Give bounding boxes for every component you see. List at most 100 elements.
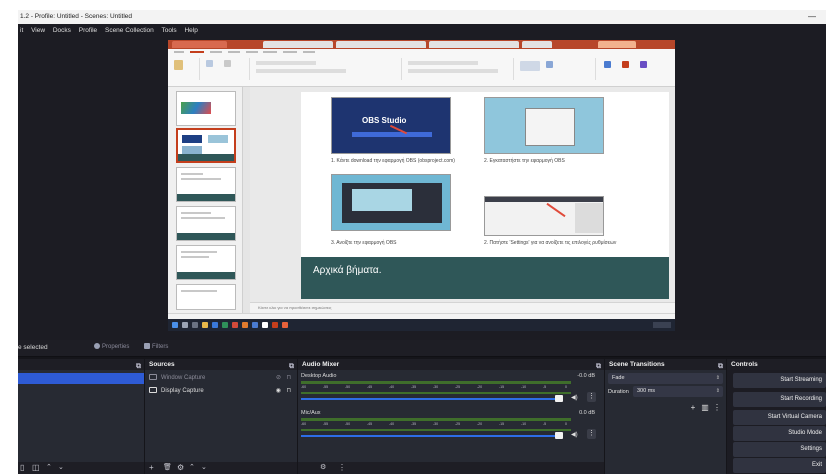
- menu-icon[interactable]: ⋮: [338, 464, 346, 472]
- studio-mode-button[interactable]: Studio Mode: [733, 426, 826, 441]
- trash-icon[interactable]: ▥: [700, 403, 710, 413]
- app-icon: [232, 322, 238, 328]
- browser-tab-strip: [168, 40, 675, 49]
- exit-button[interactable]: Exit: [733, 458, 826, 473]
- menu-docks[interactable]: Docks: [53, 27, 71, 34]
- new-slide-icon: [206, 60, 213, 67]
- properties-button[interactable]: Properties: [94, 343, 129, 350]
- monitor-icon: [149, 387, 157, 393]
- add-icon[interactable]: +: [688, 403, 698, 413]
- start-streaming-button[interactable]: Start Streaming: [733, 373, 826, 388]
- tab: [172, 41, 227, 48]
- lock-icon[interactable]: ⊓: [286, 373, 291, 384]
- source-toolbar: e selected Properties Filters: [18, 340, 826, 357]
- minimize-button[interactable]: —: [808, 10, 816, 24]
- eye-icon[interactable]: ◉: [276, 386, 281, 397]
- slide-thumbnail-selected: [176, 128, 236, 163]
- trash-icon[interactable]: 🗑: [163, 464, 172, 472]
- float-icon[interactable]: ⧉: [718, 361, 723, 372]
- menu-help[interactable]: Help: [184, 27, 197, 34]
- start-recording-button[interactable]: Start Recording: [733, 392, 826, 407]
- pane-scrollbar: [243, 87, 250, 313]
- window-icon: [149, 374, 157, 380]
- move-down-icon[interactable]: ⌄: [201, 464, 207, 472]
- menu-profile[interactable]: Profile: [79, 27, 97, 34]
- move-up-icon[interactable]: ⌃: [46, 464, 52, 472]
- transition-value: Fade: [612, 375, 625, 381]
- slide-title: Αρχικά βήματα.: [313, 265, 382, 276]
- spinner-icon[interactable]: ⇕: [716, 386, 720, 397]
- float-icon[interactable]: ⧉: [289, 361, 294, 372]
- powerpoint-icon: [272, 322, 278, 328]
- tab: [522, 41, 552, 48]
- meter-ticks: -60 -55 -50 -45 -40 -35 -30 -25 -20 -15 -10 -5 0: [301, 385, 567, 389]
- channel-menu-icon[interactable]: ⋮: [587, 429, 596, 439]
- ribbon-group: [404, 58, 514, 80]
- clock: [653, 322, 671, 328]
- gear-icon[interactable]: ⚙: [177, 464, 184, 472]
- add-icon[interactable]: +: [149, 464, 154, 472]
- properties-icon[interactable]: ◫: [32, 464, 40, 472]
- slide-caption: 1. Κάντε download την εφαρμογή OBS (obsp…: [331, 158, 455, 164]
- settings-button[interactable]: Settings: [733, 442, 826, 457]
- filter-icon: [144, 343, 150, 349]
- lock-icon[interactable]: ⊓: [286, 386, 291, 397]
- display-capture-preview: OBS Studio 1. Κάντε download την εφαρμογ…: [168, 40, 675, 331]
- menu-scene-collection[interactable]: Scene Collection: [105, 27, 154, 34]
- duration-value: 300 ms: [637, 388, 656, 394]
- copilot-icon: [640, 61, 647, 68]
- ribbon-group: [516, 58, 596, 80]
- start-virtual-camera-button[interactable]: Start Virtual Camera: [733, 410, 826, 425]
- menu-tools[interactable]: Tools: [161, 27, 176, 34]
- slide-caption: 3. Ανοίξτε την εφαρμογή OBS: [331, 240, 397, 246]
- speaker-icon[interactable]: ◀): [571, 431, 578, 438]
- slide-thumbnail: [176, 284, 236, 310]
- volume-slider-handle[interactable]: [555, 395, 563, 402]
- channel-menu-icon[interactable]: ⋮: [587, 392, 596, 402]
- app-icon: [282, 322, 288, 328]
- menu-view[interactable]: View: [31, 27, 45, 34]
- volume-meter: [301, 418, 571, 421]
- menu-edit[interactable]: it: [20, 27, 23, 34]
- source-item-window-capture[interactable]: Window Capture ⊘ ⊓: [149, 373, 293, 384]
- gear-icon[interactable]: ⚙: [320, 464, 326, 472]
- duration-input[interactable]: 300 ms ⇕: [633, 386, 723, 397]
- mixer-toolbar: ⚙ ⋮: [298, 462, 604, 474]
- volume-slider[interactable]: [301, 435, 563, 437]
- layout-icon: [224, 60, 231, 67]
- ribbon-group: [202, 58, 250, 80]
- channel-db: 0.0 dB: [579, 410, 595, 416]
- volume-meter: [301, 392, 571, 394]
- window-title: 1.2 - Profile: Untitled - Scenes: Untitl…: [20, 13, 132, 20]
- properties-label: Properties: [102, 344, 130, 350]
- slide-thumbnail-pane: [168, 87, 243, 313]
- volume-slider[interactable]: [301, 398, 563, 400]
- audio-mixer-dock: Audio Mixer ⧉ Desktop Audio -0.0 dB -60-…: [298, 359, 604, 474]
- move-up-icon[interactable]: ⌃: [189, 464, 195, 472]
- ppt-ribbon: [168, 49, 675, 87]
- menu-icon[interactable]: ⋮: [712, 403, 722, 413]
- controls-dock: Controls Start Streaming Start Recording…: [727, 359, 826, 474]
- speaker-icon[interactable]: ◀): [571, 394, 578, 401]
- filter-icon[interactable]: ▯: [20, 464, 24, 472]
- scenes-dock-title: ⧉: [18, 359, 144, 370]
- filters-button[interactable]: Filters: [144, 343, 168, 350]
- preview-area[interactable]: OBS Studio 1. Κάντε download την εφαρμογ…: [18, 37, 826, 340]
- tab: [336, 41, 426, 48]
- volume-meter: [301, 429, 571, 431]
- float-icon[interactable]: ⧉: [596, 361, 601, 372]
- sources-dock-title: Sources ⧉: [145, 359, 297, 370]
- windows-taskbar: [168, 319, 675, 331]
- slide-thumbnail: [176, 245, 236, 280]
- float-icon[interactable]: ⧉: [136, 361, 141, 372]
- tab: [598, 41, 636, 48]
- sources-toolbar: + 🗑 ⚙ ⌃ ⌄: [145, 462, 297, 474]
- scene-item-selected[interactable]: [18, 373, 144, 384]
- volume-slider-handle[interactable]: [555, 432, 563, 439]
- transition-select[interactable]: Fade ⇕: [608, 373, 723, 384]
- source-item-display-capture[interactable]: Display Capture ◉ ⊓: [149, 386, 293, 397]
- source-label: Display Capture: [161, 388, 204, 394]
- eye-hidden-icon[interactable]: ⊘: [276, 373, 281, 384]
- ribbon-group: [252, 58, 402, 80]
- move-down-icon[interactable]: ⌄: [58, 464, 64, 472]
